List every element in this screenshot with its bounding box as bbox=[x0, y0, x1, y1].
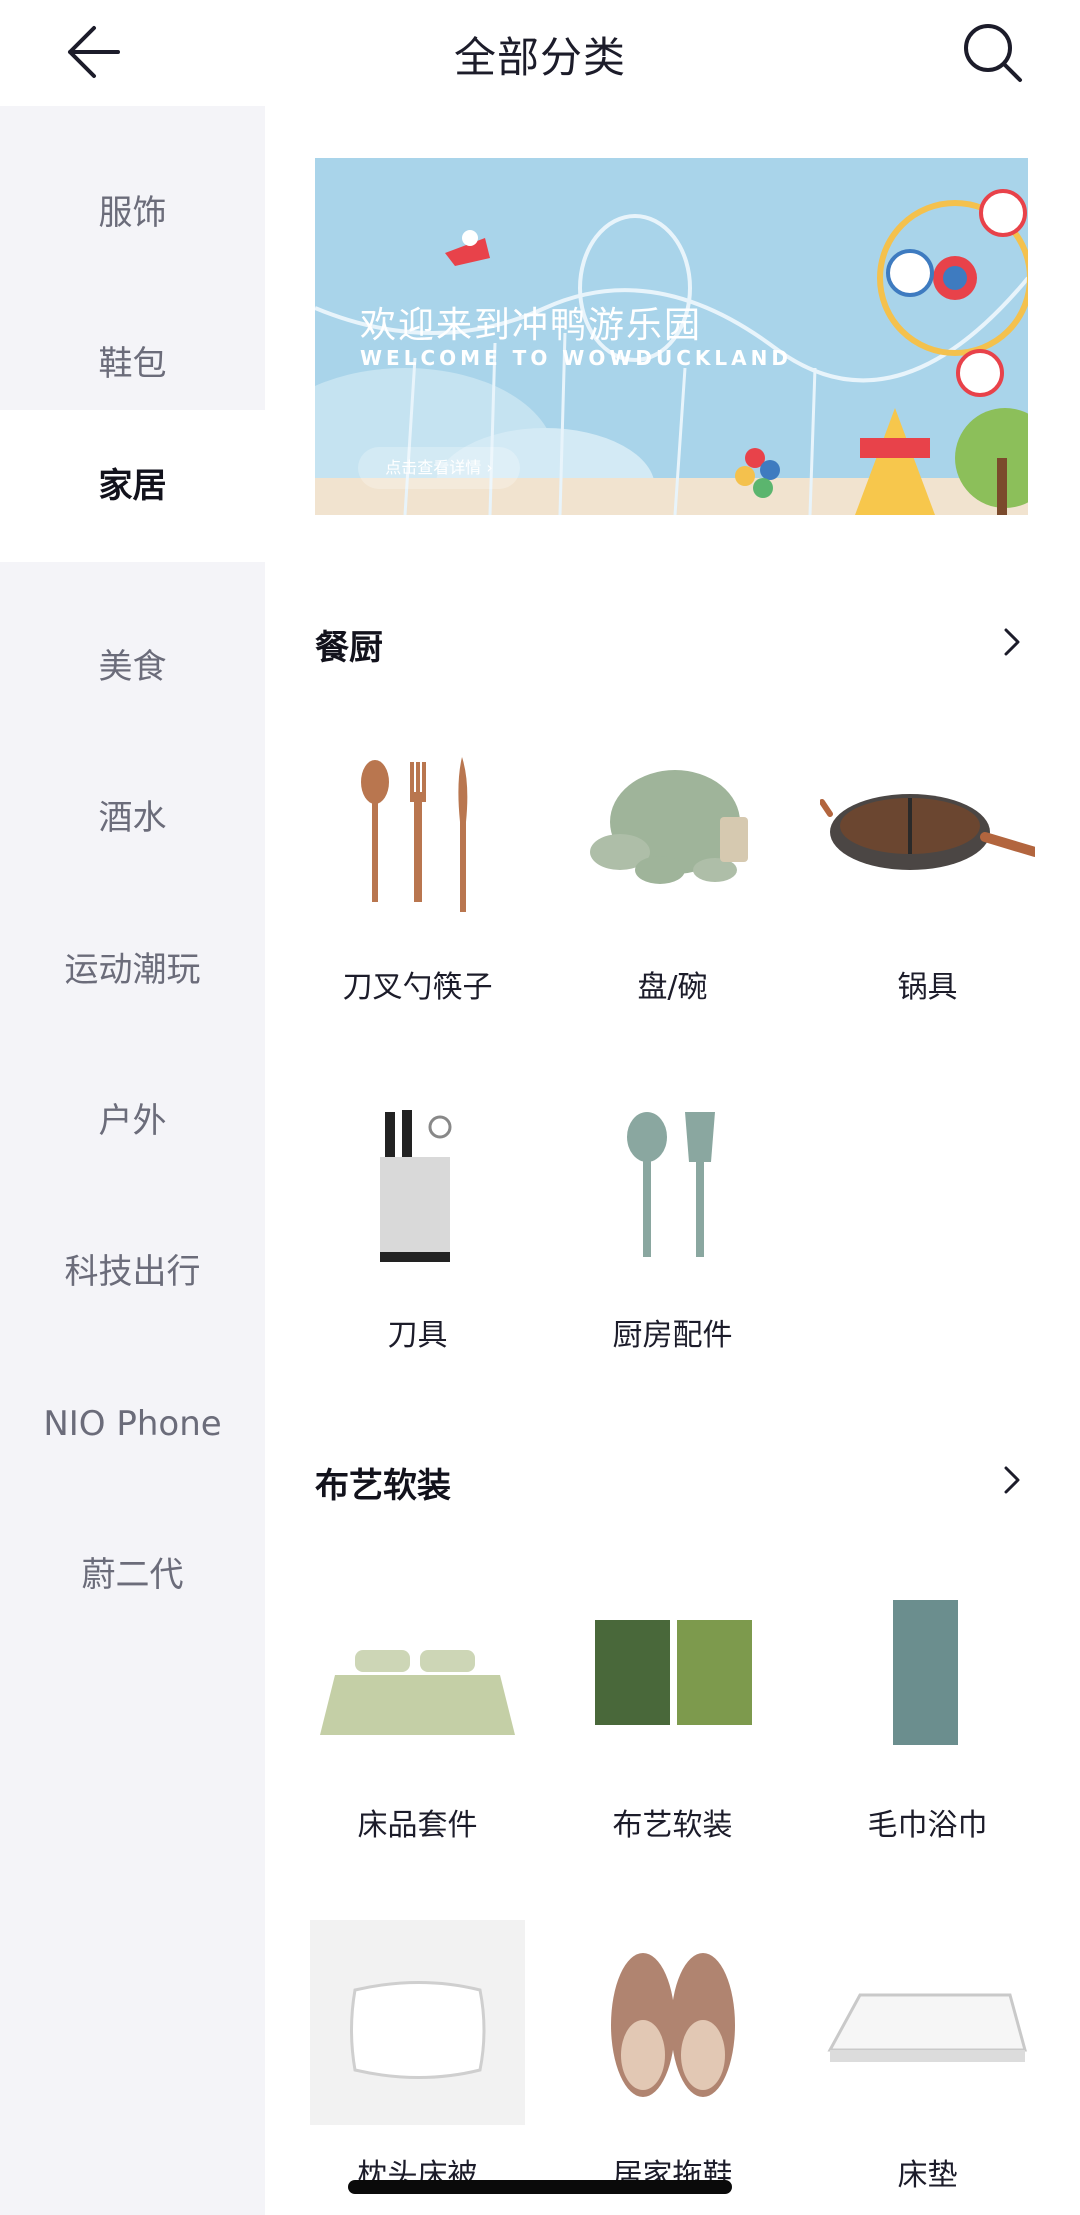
category-item-label: 盘/碗 bbox=[637, 970, 708, 1005]
category-item-label: 毛巾浴巾 bbox=[867, 1808, 988, 1843]
category-item-label: 刀具 bbox=[387, 1318, 448, 1353]
bedding-icon bbox=[320, 1650, 515, 1735]
bowl-plate-icon bbox=[590, 770, 748, 884]
sidebar-item-sports[interactable]: 运动潮玩 bbox=[0, 895, 265, 1046]
home-indicator bbox=[348, 2180, 732, 2194]
category-item-label: 锅具 bbox=[897, 970, 958, 1005]
search-icon[interactable] bbox=[958, 18, 1028, 88]
kitchen-utensils-icon bbox=[627, 1112, 715, 1257]
section-title-kitchen: 餐厨 bbox=[315, 628, 383, 668]
rug-icon bbox=[595, 1620, 752, 1725]
banner-subtitle: WELCOME TO WOWDUCKLAND bbox=[360, 346, 792, 370]
category-item-label: 床品套件 bbox=[357, 1808, 478, 1843]
sidebar-item-home-active[interactable]: 家居 bbox=[0, 411, 265, 562]
chevron-right-icon[interactable] bbox=[998, 622, 1024, 662]
category-item-label: 布艺软装 bbox=[612, 1808, 733, 1843]
sidebar-item-outdoor[interactable]: 户外 bbox=[0, 1046, 265, 1197]
banner-title: 欢迎来到冲鸭游乐园 bbox=[360, 305, 703, 346]
sidebar-item-apparel[interactable]: 服饰 bbox=[0, 138, 265, 289]
mattress-icon bbox=[827, 1993, 1027, 2062]
towel-icon bbox=[893, 1600, 958, 1745]
cutlery-icon bbox=[361, 757, 468, 912]
sidebar-item-kids[interactable]: 蔚二代 bbox=[0, 1500, 265, 1651]
section-title-textiles: 布艺软装 bbox=[315, 1466, 451, 1506]
pillow-icon bbox=[310, 1920, 525, 2125]
category-item-label: 刀叉勺筷子 bbox=[342, 970, 493, 1005]
wok-icon bbox=[820, 794, 1035, 870]
category-item-label: 床垫 bbox=[897, 2158, 958, 2193]
category-item-label: 厨房配件 bbox=[612, 1318, 733, 1353]
top-bar: 全部分类 bbox=[0, 0, 1080, 106]
sidebar-item-drinks[interactable]: 酒水 bbox=[0, 743, 265, 894]
knife-block-icon bbox=[380, 1110, 452, 1262]
banner-detail-button[interactable]: 点击查看详情 › bbox=[358, 447, 520, 489]
sidebar-item-food[interactable]: 美食 bbox=[0, 592, 265, 743]
sidebar-item-tech[interactable]: 科技出行 bbox=[0, 1197, 265, 1348]
chevron-right-icon[interactable] bbox=[998, 1460, 1024, 1500]
sidebar-item-nio-phone[interactable]: NIO Phone bbox=[0, 1349, 265, 1500]
slippers-icon bbox=[611, 1953, 735, 2097]
page-title: 全部分类 bbox=[453, 33, 626, 82]
